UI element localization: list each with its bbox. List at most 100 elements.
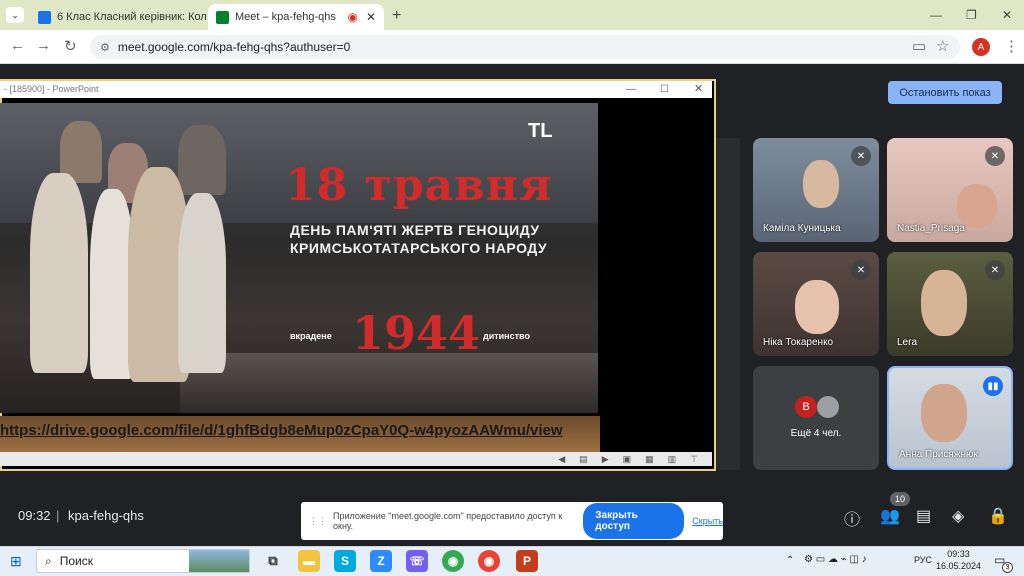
search-icon: ⌕: [45, 553, 52, 568]
clock[interactable]: 09:33 16.05.2024: [936, 548, 981, 572]
avatar: [817, 396, 839, 418]
drag-handle-icon[interactable]: ⋮⋮: [309, 516, 327, 527]
minimize-icon[interactable]: —: [930, 8, 942, 22]
participant-tile[interactable]: ✕ Каміла Куницька: [753, 138, 879, 242]
participant-video: [921, 384, 967, 442]
task-view-icon[interactable]: ⧉: [262, 550, 284, 572]
tab-title: 6 Клас Класний керівник: Колі: [57, 11, 206, 23]
maximize-icon: ☐: [660, 84, 669, 95]
viber-icon[interactable]: ☏: [406, 550, 428, 572]
site-info-icon[interactable]: ⚙: [100, 41, 110, 54]
close-window-icon[interactable]: ✕: [1002, 8, 1012, 22]
stop-sharing-button[interactable]: Закрыть доступ: [583, 503, 685, 539]
reading-view-icon: ▥: [667, 453, 677, 464]
address-bar[interactable]: ⚙ meet.google.com/kpa-fehg-qhs?authuser=…: [90, 35, 960, 59]
meeting-code: kpa-fehg-qhs: [68, 508, 144, 523]
people-icon[interactable]: 👥: [880, 506, 900, 526]
meeting-time: 09:32: [18, 508, 51, 523]
slide-road: [180, 353, 598, 413]
forward-icon[interactable]: →: [36, 37, 51, 54]
slide-left-word: вкрадене: [290, 331, 332, 341]
mic-off-icon: ✕: [851, 146, 871, 166]
people-count-badge: 10: [890, 492, 910, 506]
language-indicator[interactable]: РУС: [914, 555, 932, 565]
drive-link: https://drive.google.com/file/d/1ghfBdgb…: [0, 422, 563, 439]
participant-video: [921, 270, 967, 336]
participant-tile[interactable]: ▮▮ Анна Присяжнюк: [887, 366, 1013, 470]
slideshow-icon: ⊤: [690, 453, 698, 464]
participant-video: [795, 280, 839, 334]
participant-tile[interactable]: ✕ Ніка Токаренко: [753, 252, 879, 356]
child-figure: [30, 173, 88, 373]
host-controls-icon[interactable]: 🔒: [988, 506, 1008, 526]
slide-image: [0, 103, 598, 413]
sorter-view-icon: ▦: [645, 453, 654, 464]
info-icon[interactable]: ⓘ: [844, 506, 860, 530]
mic-off-icon: ✕: [985, 260, 1005, 280]
normal-view-icon: ▣: [622, 453, 632, 464]
slide-year: 1944: [352, 306, 481, 360]
tab-meet[interactable]: Meet – kpa-fehg-qhs ◉ ✕: [208, 4, 384, 30]
chevron-up-icon[interactable]: ⌃: [786, 555, 794, 566]
meet-icon: [216, 10, 229, 24]
search-highlight-image: [189, 550, 249, 572]
participant-tile[interactable]: ✕ Nastia_Prisaga: [887, 138, 1013, 242]
url-text: meet.google.com/kpa-fehg-qhs?authuser=0: [117, 40, 351, 54]
chat-icon[interactable]: ▤: [916, 506, 931, 526]
more-participants-tile[interactable]: B Ещё 4 чел.: [753, 366, 879, 470]
notification-count: 3: [1002, 562, 1013, 573]
participant-name: Каміла Куницька: [763, 223, 841, 234]
zoom-icon[interactable]: Z: [370, 550, 392, 572]
presentation-side-panel: [712, 138, 740, 470]
new-tab-button[interactable]: +: [392, 7, 401, 25]
maximize-icon[interactable]: ❐: [966, 8, 977, 22]
close-icon[interactable]: ✕: [366, 10, 376, 24]
minimize-icon: —: [626, 84, 636, 95]
clock-time: 09:33: [947, 549, 970, 559]
powerpoint-icon[interactable]: P: [516, 550, 538, 572]
tab-search-chevron-down-icon[interactable]: ⌄: [6, 7, 24, 23]
more-icon[interactable]: ⋮: [1004, 37, 1019, 55]
reload-icon[interactable]: ↻: [64, 37, 77, 55]
activities-icon[interactable]: ◈: [952, 506, 964, 526]
participant-name: Nastia_Prisaga: [897, 223, 965, 234]
classroom-icon: [38, 10, 51, 24]
participant-name: Анна Присяжнюк: [899, 449, 978, 460]
camera-icon[interactable]: ▭: [912, 37, 926, 55]
notice-text: Приложение "meet.google.com" предоставил…: [333, 511, 563, 531]
chrome-icon[interactable]: ◉: [442, 550, 464, 572]
child-figure: [178, 193, 226, 373]
taskbar-search[interactable]: ⌕ Поиск: [36, 549, 250, 573]
child-figure: [178, 125, 226, 195]
tray-icons[interactable]: ⚙ ▭ ☁ ⌁ ◫ ♪: [804, 554, 867, 565]
slide-subtitle-line1: ДЕНЬ ПАМ'ЯТІ ЖЕРТВ ГЕНОЦИДУ: [290, 222, 540, 238]
skype-icon[interactable]: S: [334, 550, 356, 572]
recording-icon: ◉: [347, 10, 358, 24]
separator: |: [56, 508, 60, 523]
participant-tile[interactable]: ✕ Lera: [887, 252, 1013, 356]
chrome-profile-icon[interactable]: ◉: [478, 550, 500, 572]
slide-subtitle-line2: КРИМСЬКОТАТАРСЬКОГО НАРОДУ: [290, 240, 548, 256]
slide-logo: ТL: [528, 120, 553, 142]
slide-right-word: дитинство: [483, 331, 530, 341]
star-icon[interactable]: ☆: [936, 37, 949, 55]
powerpoint-status-bar: ◀ ▤ ▶ ▣ ▦ ▥ ⊤: [0, 452, 712, 466]
profile-avatar[interactable]: A: [972, 38, 990, 56]
search-placeholder: Поиск: [59, 554, 93, 568]
file-explorer-icon[interactable]: ▬: [298, 550, 320, 572]
windows-start-icon[interactable]: ⊞: [10, 553, 22, 570]
share-notice: ⋮⋮ Приложение "meet.google.com" предоста…: [301, 502, 723, 540]
tab-classroom[interactable]: 6 Клас Класний керівник: Колі ✕: [30, 4, 206, 30]
prev-slide-icon: ◀: [558, 453, 566, 464]
back-icon[interactable]: ←: [10, 37, 25, 54]
menu-icon: ▤: [579, 453, 588, 464]
hide-link[interactable]: Скрыть: [692, 516, 723, 526]
participant-video: [957, 184, 997, 228]
stop-presenting-button[interactable]: Остановить показ: [888, 81, 1002, 104]
mic-off-icon: ✕: [851, 260, 871, 280]
window-title: - [185900] - PowerPoint: [4, 84, 99, 94]
tab-title: Meet – kpa-fehg-qhs: [235, 11, 336, 23]
close-icon: ✕: [694, 83, 704, 95]
speaking-icon: ▮▮: [983, 376, 1003, 396]
participant-name: Lera: [897, 337, 918, 348]
